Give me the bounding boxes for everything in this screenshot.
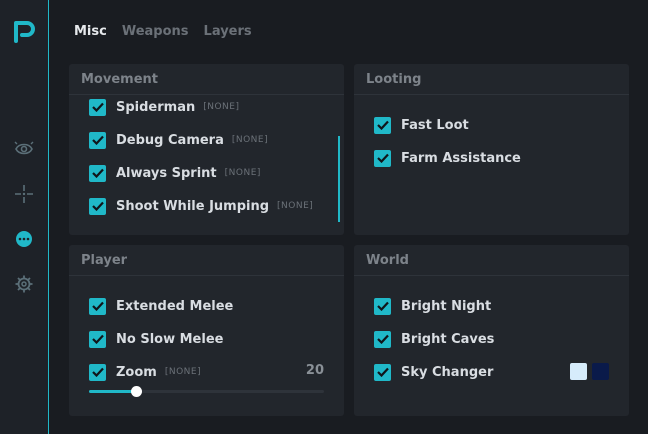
checkbox-checked[interactable] bbox=[374, 363, 391, 381]
checkbox-checked[interactable] bbox=[89, 330, 106, 348]
movement-item-shoot-while-jumping[interactable]: Shoot While Jumping [NONE] bbox=[89, 197, 313, 215]
checkbox-checked[interactable] bbox=[89, 297, 106, 315]
keybind-label[interactable]: [NONE] bbox=[277, 201, 313, 211]
item-label: Sky Changer bbox=[401, 364, 494, 380]
item-label: Zoom bbox=[116, 364, 157, 380]
gear-icon[interactable] bbox=[14, 274, 34, 294]
player-item-no-slow-melee[interactable]: No Slow Melee bbox=[89, 330, 223, 348]
looting-title: Looting bbox=[354, 64, 629, 95]
player-title: Player bbox=[69, 245, 344, 276]
tab-weapons[interactable]: Weapons bbox=[122, 23, 189, 41]
keybind-label[interactable]: [NONE] bbox=[203, 102, 239, 112]
check-icon bbox=[376, 301, 389, 311]
movement-item-spiderman[interactable]: Spiderman [NONE] bbox=[89, 98, 240, 116]
crosshair-icon[interactable] bbox=[14, 184, 34, 204]
eye-icon[interactable] bbox=[14, 139, 34, 159]
sky-color-swatch-dark[interactable] bbox=[592, 363, 609, 380]
item-label: Bright Night bbox=[401, 298, 492, 314]
item-label: Shoot While Jumping bbox=[116, 198, 270, 214]
more-dots-icon[interactable] bbox=[14, 229, 34, 249]
looting-panel: Looting Fast Loot Farm Assistance bbox=[354, 64, 629, 235]
item-label: Fast Loot bbox=[401, 117, 469, 133]
movement-panel: Movement Spiderman [NONE] Debug Camera [… bbox=[69, 64, 344, 235]
checkbox-checked[interactable] bbox=[89, 197, 106, 215]
world-item-bright-night[interactable]: Bright Night bbox=[374, 297, 491, 315]
world-item-bright-caves[interactable]: Bright Caves bbox=[374, 330, 494, 348]
item-label: Debug Camera bbox=[116, 132, 224, 148]
checkbox-checked[interactable] bbox=[374, 330, 391, 348]
check-icon bbox=[376, 367, 389, 377]
tab-layers[interactable]: Layers bbox=[204, 23, 252, 41]
looting-item-fast-loot[interactable]: Fast Loot bbox=[374, 116, 469, 134]
zoom-slider-handle[interactable] bbox=[131, 386, 142, 397]
sky-color-swatch-light[interactable] bbox=[570, 363, 587, 380]
player-item-extended-melee[interactable]: Extended Melee bbox=[89, 297, 233, 315]
checkbox-checked[interactable] bbox=[374, 149, 391, 167]
app-logo bbox=[13, 20, 35, 44]
keybind-label[interactable]: [NONE] bbox=[225, 168, 261, 178]
checkbox-checked[interactable] bbox=[89, 363, 106, 381]
check-icon bbox=[91, 301, 104, 311]
sidebar bbox=[0, 0, 49, 434]
scrollbar-thumb[interactable] bbox=[338, 136, 340, 222]
check-icon bbox=[91, 168, 104, 178]
check-icon bbox=[376, 120, 389, 130]
checkbox-checked[interactable] bbox=[89, 98, 106, 116]
zoom-slider[interactable] bbox=[89, 386, 324, 397]
item-label: No Slow Melee bbox=[116, 331, 224, 347]
check-icon bbox=[91, 135, 104, 145]
checkbox-checked[interactable] bbox=[374, 297, 391, 315]
check-icon bbox=[376, 334, 389, 344]
top-tabs: Misc Weapons Layers bbox=[74, 23, 252, 41]
movement-item-always-sprint[interactable]: Always Sprint [NONE] bbox=[89, 164, 261, 182]
world-panel: World Bright Night Bright Caves Sky Chan… bbox=[354, 245, 629, 416]
keybind-label[interactable]: [NONE] bbox=[165, 367, 201, 377]
movement-item-debug-camera[interactable]: Debug Camera [NONE] bbox=[89, 131, 268, 149]
item-label: Extended Melee bbox=[116, 298, 234, 314]
checkbox-checked[interactable] bbox=[89, 164, 106, 182]
check-icon bbox=[376, 153, 389, 163]
movement-title: Movement bbox=[69, 64, 344, 95]
looting-item-farm-assistance[interactable]: Farm Assistance bbox=[374, 149, 521, 167]
item-label: Always Sprint bbox=[116, 165, 217, 181]
zoom-value: 20 bbox=[305, 363, 324, 378]
player-item-zoom[interactable]: Zoom [NONE] bbox=[89, 363, 201, 381]
checkbox-checked[interactable] bbox=[374, 116, 391, 134]
check-icon bbox=[91, 367, 104, 377]
item-label: Spiderman bbox=[116, 99, 196, 115]
item-label: Farm Assistance bbox=[401, 150, 521, 166]
world-title: World bbox=[354, 245, 629, 276]
checkbox-checked[interactable] bbox=[89, 131, 106, 149]
world-item-sky-changer[interactable]: Sky Changer bbox=[374, 363, 493, 381]
check-icon bbox=[91, 102, 104, 112]
tab-misc[interactable]: Misc bbox=[74, 23, 107, 41]
check-icon bbox=[91, 334, 104, 344]
item-label: Bright Caves bbox=[401, 331, 495, 347]
keybind-label[interactable]: [NONE] bbox=[232, 135, 268, 145]
player-panel: Player Extended Melee No Slow Melee Zoom… bbox=[69, 245, 344, 416]
check-icon bbox=[91, 201, 104, 211]
zoom-slider-fill bbox=[89, 390, 136, 393]
